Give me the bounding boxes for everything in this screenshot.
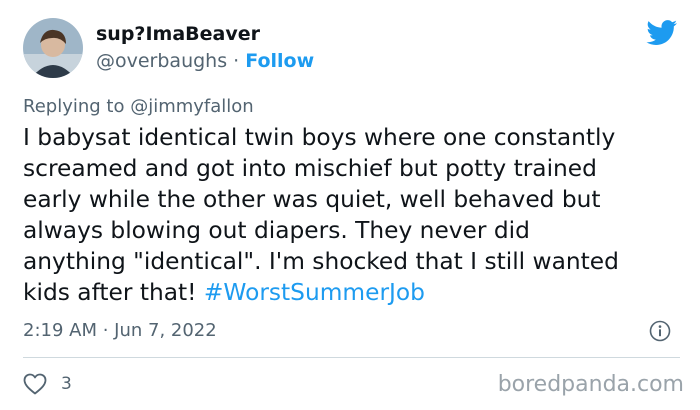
tweet-text-line: I babysat identical twin boys where one … bbox=[23, 124, 616, 151]
like-button[interactable]: 3 bbox=[23, 372, 72, 396]
divider bbox=[23, 357, 680, 358]
replying-to-handle[interactable]: @jimmyfallon bbox=[130, 96, 254, 117]
watermark: boredpanda.com bbox=[497, 372, 684, 397]
user-handle[interactable]: @overbaughs bbox=[96, 50, 227, 72]
twitter-bird-icon[interactable] bbox=[646, 20, 678, 46]
heart-icon bbox=[23, 373, 47, 395]
tweet-text: I babysat identical twin boys where one … bbox=[23, 122, 683, 308]
tweet-card: sup?ImaBeaver @overbaughs · Follow Reply… bbox=[0, 0, 700, 410]
replying-to: Replying to @jimmyfallon bbox=[23, 96, 254, 117]
tweet-text-line: anything "identical". I'm shocked that I… bbox=[23, 248, 619, 275]
tweet-text-line: early while the other was quiet, well be… bbox=[23, 186, 601, 213]
replying-to-label: Replying to bbox=[23, 96, 131, 117]
tweet-text-line: always blowing out diapers. They never d… bbox=[23, 217, 530, 244]
follow-button[interactable]: Follow bbox=[245, 50, 314, 72]
like-count: 3 bbox=[61, 374, 72, 394]
tweet-timestamp[interactable]: 2:19 AM · Jun 7, 2022 bbox=[23, 320, 217, 341]
handle-line: @overbaughs · Follow bbox=[96, 50, 314, 72]
avatar[interactable] bbox=[23, 18, 83, 78]
tweet-text-line: screamed and got into mischief but potty… bbox=[23, 155, 597, 182]
tweet-text-last-line: kids after that! #WorstSummerJob bbox=[23, 277, 683, 308]
display-name[interactable]: sup?ImaBeaver bbox=[96, 23, 260, 45]
hashtag-link[interactable]: #WorstSummerJob bbox=[204, 279, 425, 306]
info-icon[interactable] bbox=[649, 320, 671, 342]
handle-separator: · bbox=[227, 50, 246, 72]
tweet-text-line: kids after that! bbox=[23, 279, 204, 306]
